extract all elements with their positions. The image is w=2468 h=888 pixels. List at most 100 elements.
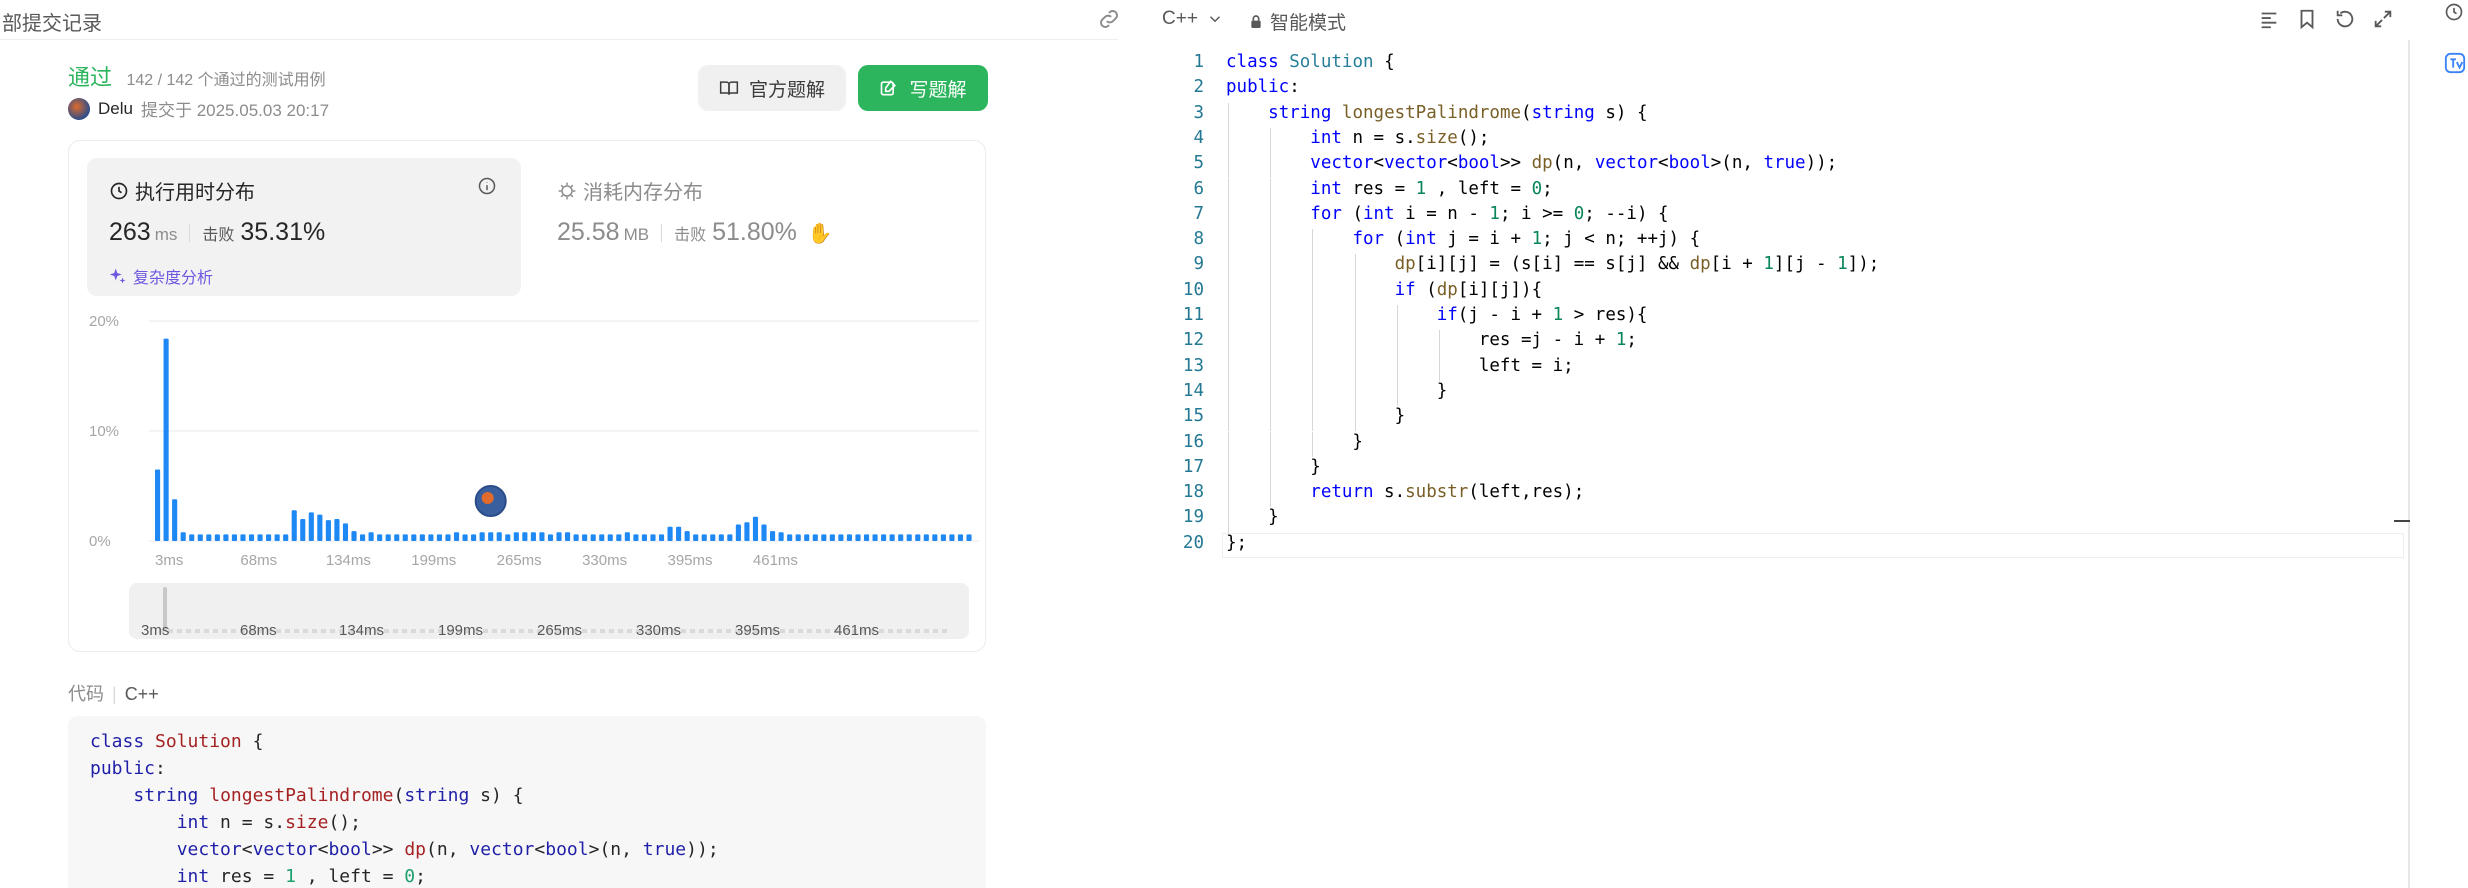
chart-bar[interactable] — [957, 534, 964, 541]
chart-bar[interactable] — [411, 534, 417, 541]
editor-line[interactable]: 16 } — [1150, 431, 2408, 457]
chart-bar[interactable] — [453, 532, 460, 541]
editor-line[interactable]: 9 dp[i][j] = (s[i] == s[j] && dp[i + 1][… — [1150, 254, 2408, 280]
chart-bar[interactable] — [402, 534, 408, 541]
editor-line[interactable]: 12 res =j - i + 1; — [1150, 330, 2408, 356]
chart-bar[interactable] — [317, 514, 323, 541]
chart-bar[interactable] — [599, 534, 605, 541]
chart-bar[interactable] — [308, 512, 314, 541]
chart-bar[interactable] — [744, 522, 750, 541]
avatar[interactable] — [68, 97, 90, 120]
chart-bar[interactable] — [889, 534, 895, 541]
chart-bar[interactable] — [872, 534, 878, 541]
chart-bar[interactable] — [573, 534, 579, 541]
chart-bar[interactable] — [547, 534, 554, 541]
chart-bar[interactable] — [513, 532, 519, 541]
link-icon[interactable] — [1096, 6, 1118, 32]
chart-bar[interactable] — [505, 534, 511, 541]
chart-bar[interactable] — [351, 531, 357, 541]
chart-bar[interactable] — [684, 531, 690, 541]
chart-bar[interactable] — [257, 534, 263, 541]
chart-bar[interactable] — [855, 534, 861, 541]
chart-bar[interactable] — [496, 532, 502, 541]
chart-bar[interactable] — [633, 534, 639, 541]
chart-bar[interactable] — [231, 534, 237, 541]
chart-bar[interactable] — [949, 534, 955, 541]
chart-bar[interactable] — [155, 469, 161, 542]
translate-icon[interactable] — [2444, 52, 2466, 74]
chart-bar[interactable] — [710, 534, 716, 541]
chart-bar[interactable] — [172, 499, 178, 541]
chart-bar[interactable] — [530, 532, 536, 541]
chart-bar[interactable] — [189, 534, 195, 541]
chart-bar[interactable] — [206, 534, 212, 541]
chart-bar[interactable] — [906, 534, 912, 541]
chart-bar[interactable] — [445, 534, 451, 541]
chart-bar[interactable] — [291, 510, 297, 541]
chart-bar[interactable] — [325, 520, 331, 541]
chart-bar[interactable] — [838, 534, 844, 541]
chart-bar[interactable] — [394, 534, 400, 541]
chart-bar[interactable] — [650, 534, 656, 541]
chart-bar[interactable] — [787, 534, 793, 541]
chart-bar[interactable] — [436, 534, 442, 541]
chart-bar[interactable] — [163, 338, 169, 541]
chart-bar[interactable] — [240, 534, 246, 541]
chart-bar[interactable] — [881, 534, 887, 541]
bookmark-icon[interactable] — [2296, 8, 2318, 30]
chart-bar[interactable] — [915, 534, 921, 541]
chart-bar[interactable] — [940, 534, 946, 541]
editor-line[interactable]: 19 } — [1150, 507, 2408, 533]
official-solution-button[interactable]: 官方题解 — [698, 65, 846, 111]
chart-bar[interactable] — [829, 534, 835, 541]
chart-bar[interactable] — [368, 532, 374, 541]
chart-bar[interactable] — [898, 534, 904, 541]
chart-bar[interactable] — [770, 531, 776, 541]
editor-line[interactable]: 17 } — [1150, 456, 2408, 483]
complexity-analysis-link[interactable]: 复杂度分析 — [109, 264, 213, 288]
chart-bar[interactable] — [334, 519, 340, 541]
chart-bar[interactable] — [428, 534, 434, 541]
chart-bar[interactable] — [761, 524, 767, 542]
expand-icon[interactable] — [2372, 8, 2394, 30]
author-name[interactable]: Delu — [98, 99, 133, 119]
editor-line[interactable]: 13 left = i; — [1150, 355, 2408, 381]
memory-title[interactable]: 消耗内存分布 — [557, 176, 703, 205]
chart-bar[interactable] — [539, 532, 545, 541]
chart-bar[interactable] — [556, 532, 562, 541]
chart-bar[interactable] — [693, 534, 699, 541]
chart-bar[interactable] — [488, 532, 494, 541]
editor-line[interactable]: 7 for (int i = n - 1; i >= 0; --i) { — [1150, 203, 2408, 230]
editor-line[interactable]: 4 int n = s.size(); — [1150, 127, 2408, 154]
editor-line[interactable]: 18 return s.substr(left,res); — [1150, 482, 2408, 508]
chart-bar[interactable] — [590, 534, 596, 541]
chart-bar[interactable] — [342, 523, 349, 541]
editor-line[interactable]: 20}; — [1150, 533, 2408, 558]
chart-bar[interactable] — [385, 534, 391, 541]
chart-bar[interactable] — [522, 532, 528, 541]
chart-bar[interactable] — [266, 534, 272, 541]
chart-bar[interactable] — [624, 532, 630, 541]
chart-bar[interactable] — [735, 524, 741, 542]
chart-bar[interactable] — [582, 534, 588, 541]
smart-mode-toggle[interactable]: 智能模式 — [1248, 8, 1346, 35]
chart-bar[interactable] — [377, 534, 383, 541]
chart-bar[interactable] — [180, 532, 186, 541]
runtime-panel[interactable]: 执行用时分布 263 ms 击败 35.31% 复杂度分析 — [87, 158, 521, 296]
chart-bar[interactable] — [607, 534, 613, 541]
chart-bar[interactable] — [360, 534, 366, 541]
code-block[interactable]: class Solution {public: string longestPa… — [68, 716, 986, 888]
chart-bar[interactable] — [223, 534, 229, 541]
chart-bar[interactable] — [863, 534, 870, 541]
format-icon[interactable] — [2258, 8, 2280, 30]
chart-bar[interactable] — [923, 534, 929, 541]
code-editor[interactable]: 1 class Solution {2 public: 3 string longes… — [1150, 52, 2408, 888]
chart-bar[interactable] — [804, 534, 810, 541]
chart-bar[interactable] — [214, 534, 220, 541]
chart-bar[interactable] — [641, 534, 647, 541]
chart-bar[interactable] — [419, 534, 425, 541]
chart-bar[interactable] — [283, 534, 289, 541]
chart-bar[interactable] — [676, 526, 682, 541]
write-solution-button[interactable]: 写题解 — [858, 65, 988, 111]
chart-bar[interactable] — [795, 534, 801, 541]
